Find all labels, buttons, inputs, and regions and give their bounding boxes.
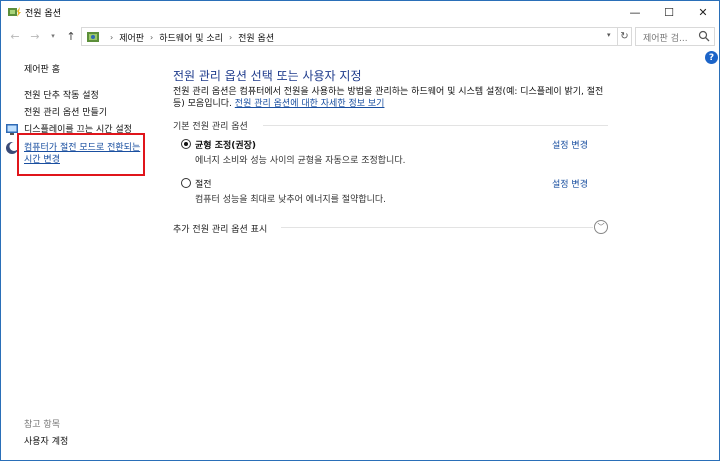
sidebar-item-user-accounts[interactable]: 사용자 계정 [24, 434, 68, 447]
breadcrumb-separator: › [110, 33, 114, 42]
address-dropdown-icon[interactable]: ▾ [607, 31, 617, 39]
power-options-icon [8, 7, 21, 17]
control-panel-icon [87, 32, 99, 42]
refresh-button[interactable]: ↻ [617, 28, 631, 45]
radio-power-saver[interactable] [181, 178, 191, 188]
page-description: 전원 관리 옵션은 컴퓨터에서 전원을 사용하는 방법을 관리하는 하드웨어 및… [173, 86, 613, 110]
radio-balanced[interactable] [181, 139, 191, 149]
plan-name[interactable]: 절전 [195, 177, 212, 190]
sidebar-item-power-buttons[interactable]: 전원 단추 작동 설정 [24, 88, 99, 101]
section-divider [263, 125, 608, 126]
search-placeholder: 제어판 검... [643, 34, 688, 44]
address-bar[interactable]: › 제어판 › 하드웨어 및 소리 › 전원 옵션 ▾ ↻ [81, 27, 632, 46]
back-button[interactable]: ← [7, 28, 23, 44]
additional-plans-divider [281, 227, 593, 228]
recent-locations-icon[interactable]: ▾ [45, 28, 61, 44]
change-settings-link[interactable]: 설정 변경 [552, 177, 588, 190]
section-heading: 기본 전원 관리 옵션 [173, 122, 248, 132]
change-settings-link[interactable]: 설정 변경 [552, 138, 588, 151]
power-options-window: 전원 옵션 — ☐ ✕ ← → ▾ ↑ › 제어판 › 하드웨어 및 소리 › … [0, 0, 720, 461]
plan-description: 에너지 소비와 성능 사이의 균형을 자동으로 조정합니다. [195, 156, 406, 166]
forward-button[interactable]: → [27, 28, 43, 44]
breadcrumb-separator[interactable]: › [229, 33, 232, 42]
close-button[interactable]: ✕ [686, 1, 720, 23]
minimize-button[interactable]: — [618, 1, 652, 23]
search-input[interactable]: 제어판 검... [635, 27, 715, 46]
breadcrumb-hardware-sound[interactable]: 하드웨어 및 소리 [159, 31, 223, 44]
address-row: ← → ▾ ↑ › 제어판 › 하드웨어 및 소리 › 전원 옵션 ▾ ↻ 제어… [1, 25, 719, 47]
breadcrumb-control-panel[interactable]: 제어판 [119, 31, 144, 44]
up-button[interactable]: ↑ [63, 28, 79, 44]
maximize-button[interactable]: ☐ [652, 1, 686, 23]
title-bar: 전원 옵션 — ☐ ✕ [1, 1, 719, 23]
window-title: 전원 옵션 [25, 9, 61, 19]
sidebar-item-create-plan[interactable]: 전원 관리 옵션 만들기 [24, 105, 107, 118]
help-icon[interactable]: ? [705, 51, 718, 64]
plan-name[interactable]: 균형 조정(권장) [195, 138, 256, 151]
breadcrumb-separator[interactable]: › [150, 33, 153, 42]
sidebar-item-home[interactable]: 제어판 홈 [24, 62, 60, 75]
see-also-heading: 참고 항목 [24, 420, 60, 430]
breadcrumb-power-options[interactable]: 전원 옵션 [238, 31, 274, 44]
show-additional-plans-label[interactable]: 추가 전원 관리 옵션 표시 [173, 222, 267, 235]
page-title: 전원 관리 옵션 선택 또는 사용자 지정 [173, 69, 362, 83]
plan-description: 컴퓨터 성능을 최대로 낮추어 에너지를 절약합니다. [195, 195, 387, 205]
sidebar: 제어판 홈 전원 단추 작동 설정 전원 관리 옵션 만들기 디스플레이를 끄는… [1, 49, 161, 461]
highlight-box [17, 133, 145, 176]
expand-chevron-icon[interactable]: ﹀ [594, 220, 608, 234]
breadcrumb: › 제어판 › 하드웨어 및 소리 › 전원 옵션 [104, 31, 274, 44]
search-icon[interactable] [698, 30, 710, 42]
more-info-link[interactable]: 전원 관리 옵션에 대한 자세한 정보 보기 [235, 99, 385, 109]
